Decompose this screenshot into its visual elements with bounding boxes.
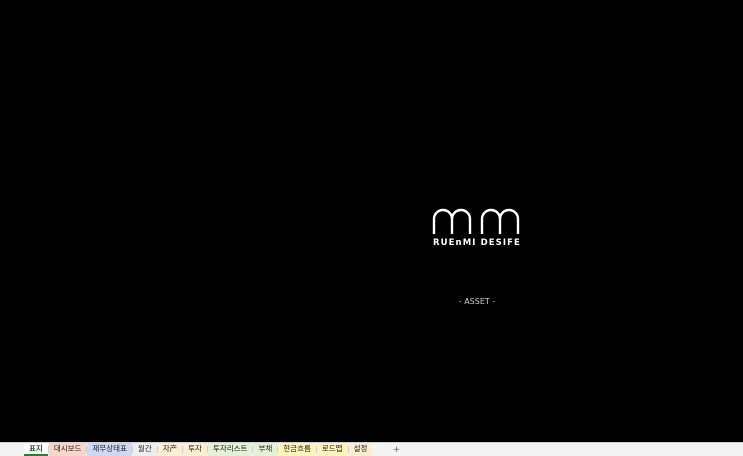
sheet-tab[interactable]: 투자 xyxy=(183,443,207,456)
sheet-tab[interactable]: 표지 xyxy=(24,443,48,456)
sheet-tabs: 표지 대시보드 재무상태표 월간 자产 투자 투자리스트 부채 현금흐름 로드맵 설정 xyxy=(24,443,373,456)
logo-mark-icon xyxy=(432,208,520,234)
sheet-tab-bar: 표지 대시보드 재무상태표 월간 자产 투자 투자리스트 부채 현금흐름 로드맵 설정 + xyxy=(0,442,743,456)
sheet-tab[interactable]: 투자리스트 xyxy=(207,443,253,456)
plus-icon: + xyxy=(392,444,401,455)
sheet-tab[interactable]: 자产 xyxy=(157,443,183,456)
spreadsheet-window: RUEnMI DESIFE - ASSET - 표지 대시보드 재무상태표 월간 자产 투… xyxy=(0,0,743,456)
sheet-tab[interactable]: 현금흐름 xyxy=(278,443,316,456)
add-sheet-button[interactable]: + xyxy=(388,443,404,456)
sheet-tab[interactable]: 설정 xyxy=(348,443,373,456)
sheet-tab[interactable]: 로드맵 xyxy=(316,443,348,456)
logo-wordmark: RUEnMI DESIFE xyxy=(433,238,521,248)
cover-sheet-canvas: RUEnMI DESIFE - ASSET - xyxy=(0,0,743,442)
sheet-tab[interactable]: 대시보드 xyxy=(48,443,87,456)
sheet-tab[interactable]: 월간 xyxy=(132,443,157,456)
brand-logo: RUEnMI DESIFE xyxy=(432,207,524,251)
sheet-tab[interactable]: 부채 xyxy=(253,443,278,456)
tab-bar-spacer xyxy=(0,443,24,456)
asset-label: - ASSET - xyxy=(458,297,496,306)
sheet-tab[interactable]: 재무상태표 xyxy=(87,443,132,456)
